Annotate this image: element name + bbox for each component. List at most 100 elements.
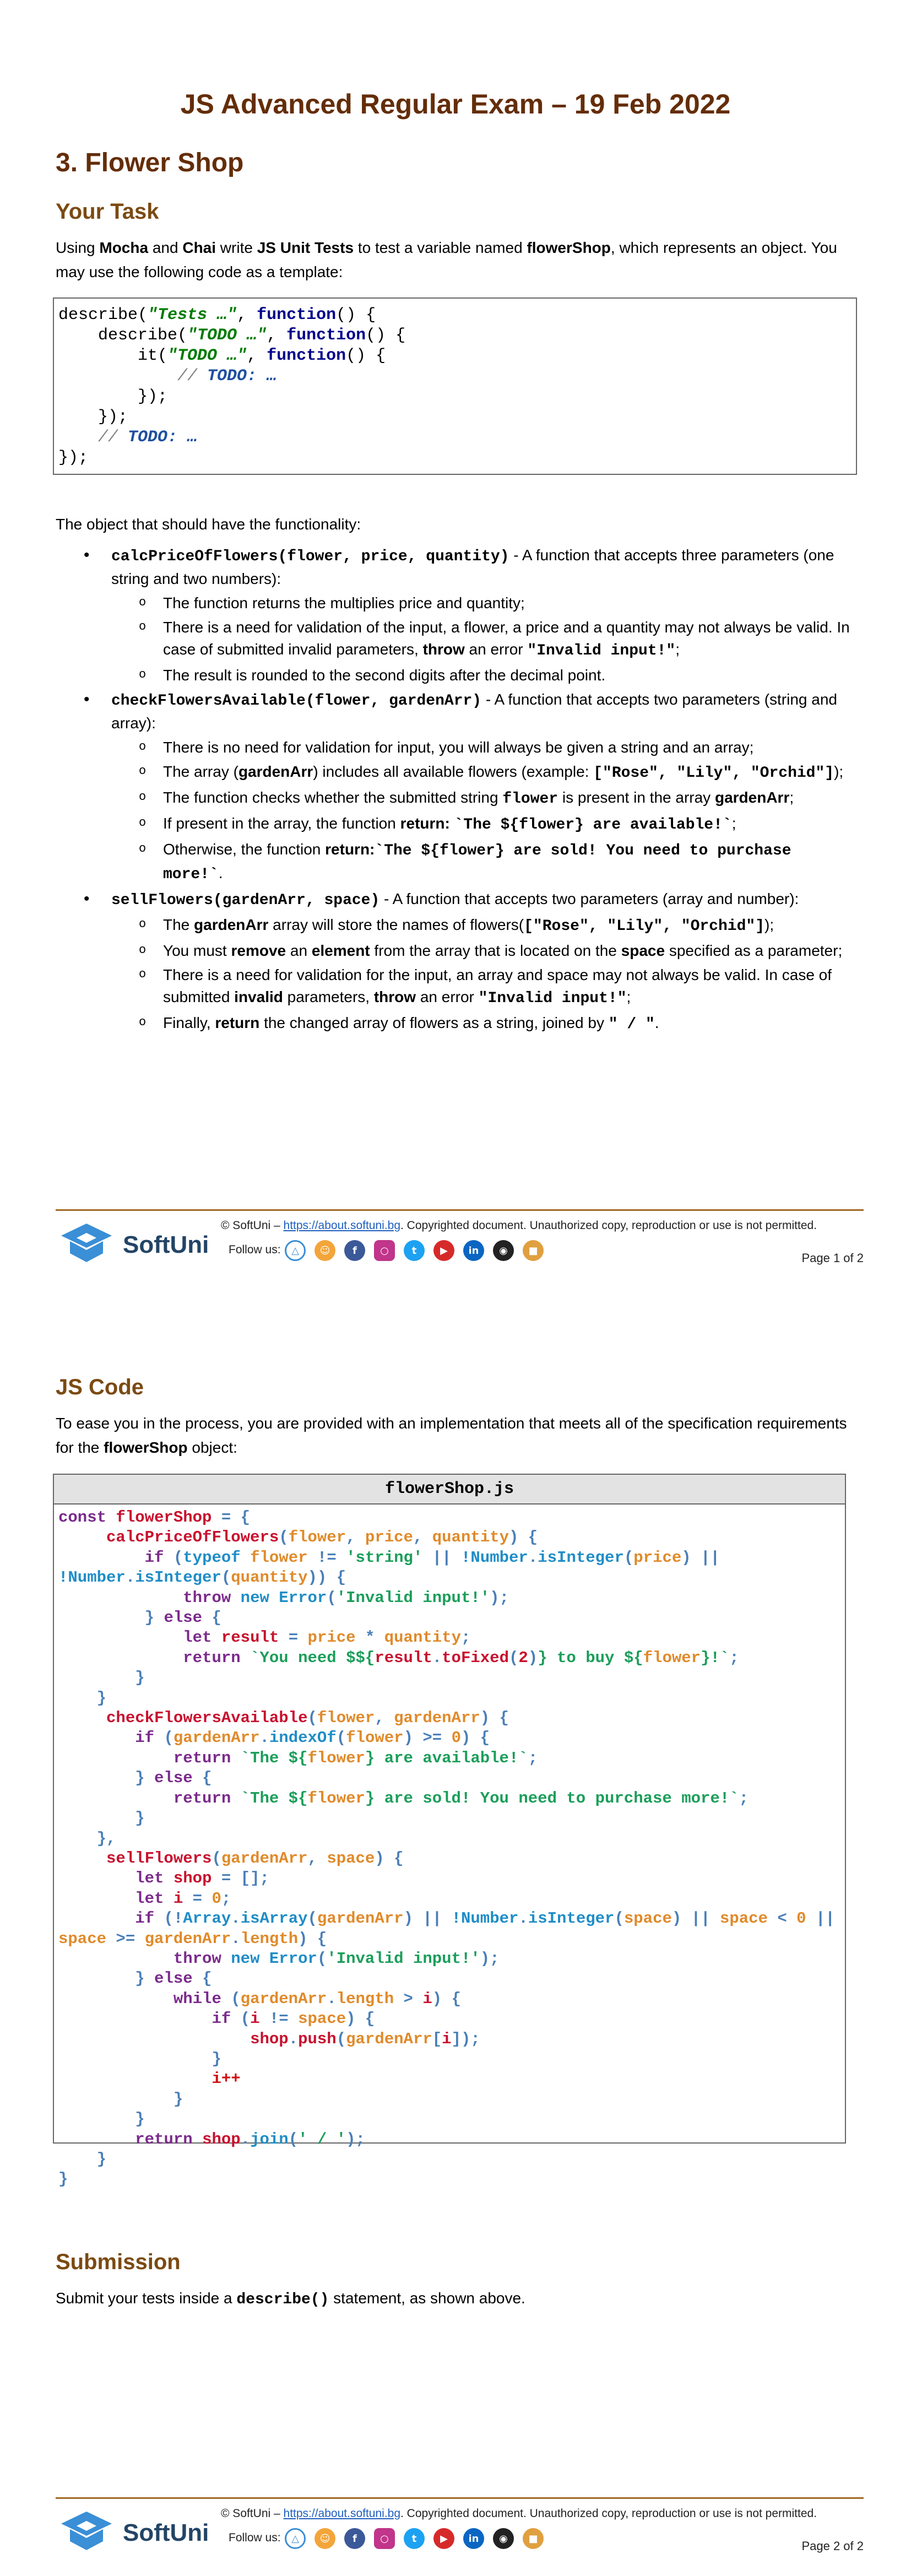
code-token: () {: [366, 326, 406, 345]
sub-text: Otherwise, the function: [163, 841, 326, 858]
sub-text: an error: [464, 641, 528, 658]
code-token: it(: [58, 347, 168, 365]
sub-text: ;: [789, 789, 794, 806]
sub-list-item: Finally, return the changed array of flo…: [111, 1011, 854, 1036]
sub-text: array will store the names of flowers(: [268, 916, 524, 933]
github-icon[interactable]: ◉: [493, 2528, 514, 2549]
sub-bold: return:: [325, 841, 375, 858]
submission-heading: Submission: [56, 2250, 181, 2274]
code-token: ,: [267, 326, 287, 345]
sub-code: ["Rose", "Lily", "Orchid"]: [593, 765, 834, 782]
instagram-icon[interactable]: ○: [374, 2528, 395, 2549]
template-code-block: describe("Tests …", function() { describ…: [53, 297, 857, 475]
code-token: ,: [237, 306, 257, 324]
softuni-logo-icon: [61, 1224, 112, 1262]
softuni-logo-icon: [61, 2512, 112, 2550]
sub-text: ) includes all available flowers (exampl…: [313, 763, 594, 780]
sub-text: [450, 815, 454, 832]
intro-mocha: Mocha: [99, 239, 149, 256]
sub-text: The result is rounded to the second digi…: [163, 667, 606, 684]
youtube-icon[interactable]: ▶: [433, 1240, 454, 1261]
submission-pre: Submit your tests inside a: [56, 2290, 237, 2307]
code-token: });: [58, 408, 128, 426]
sub-text: parameters,: [283, 988, 374, 1005]
linkedin-icon[interactable]: in: [463, 1240, 484, 1261]
sub-bold: gardenArr: [194, 916, 269, 933]
code-string: "TODO …": [167, 347, 247, 365]
softuni-box-icon[interactable]: ■: [523, 2528, 544, 2549]
intro-text: object:: [187, 1439, 237, 1456]
sub-text: specified as a parameter;: [665, 942, 843, 959]
facebook-icon[interactable]: f: [344, 1240, 365, 1261]
code-token: describe(: [58, 326, 188, 345]
page-number: Page 2 of 2: [801, 2539, 864, 2553]
sub-bold: element: [311, 942, 370, 959]
function-description: - A function that accepts two parameters…: [379, 890, 799, 907]
softuni-smile-icon[interactable]: ☺: [314, 1240, 335, 1261]
page-number: Page 1 of 2: [801, 1251, 864, 1265]
code-listing: flowerShop.js const flowerShop = { calcP…: [53, 1474, 846, 2188]
intro-paragraph: Using Mocha and Chai write JS Unit Tests…: [56, 236, 854, 284]
sub-text: The array (: [163, 763, 238, 780]
sub-code: "Invalid input!": [478, 990, 627, 1007]
sub-text: The: [163, 916, 194, 933]
section-title: 3. Flower Shop: [56, 148, 244, 177]
sub-text: an error: [416, 988, 479, 1005]
sub-list-item: Otherwise, the function return:`The ${fl…: [111, 838, 854, 886]
sub-code: `The ${flower} are available!`: [454, 816, 732, 834]
sub-text: the changed array of flowers as a string…: [259, 1014, 609, 1031]
logo-text: SoftUni: [123, 1231, 209, 1258]
sub-text: .: [654, 1014, 659, 1031]
code-keyword: function: [257, 306, 337, 324]
intro-text: write: [216, 239, 257, 256]
sub-code: ["Rose", "Lily", "Orchid"]: [524, 918, 764, 935]
sub-list-item: There is a need for validation of the in…: [111, 616, 854, 662]
twitter-icon[interactable]: t: [404, 1240, 425, 1261]
copyright-text: © SoftUni – https://about.softuni.bg. Co…: [221, 2507, 817, 2520]
github-icon[interactable]: ◉: [493, 1240, 514, 1261]
sub-text: The function checks whether the submitte…: [163, 789, 503, 806]
logo-text: SoftUni: [123, 2519, 209, 2546]
copyright-link[interactable]: https://about.softuni.bg: [284, 2507, 400, 2520]
twitter-icon[interactable]: t: [404, 2528, 425, 2549]
page-1: JS Advanced Regular Exam – 19 Feb 2022 3…: [0, 0, 911, 1288]
code-token: describe(: [58, 306, 148, 324]
code-string: "TODO …": [187, 326, 267, 345]
copyright-link[interactable]: https://about.softuni.bg: [284, 1219, 400, 1232]
code-keyword: function: [286, 326, 366, 345]
sub-code: "Invalid input!": [527, 642, 676, 659]
instagram-icon[interactable]: ○: [374, 1240, 395, 1261]
softuni-smile-icon[interactable]: ☺: [314, 2528, 335, 2549]
intro-jsunit: JS Unit Tests: [257, 239, 354, 256]
function-signature: calcPriceOfFlowers(flower, price, quanti…: [111, 548, 509, 565]
softuni-box-icon[interactable]: ■: [523, 1240, 544, 1261]
sub-text: Finally,: [163, 1014, 215, 1031]
page-footer: SoftUni © SoftUni – https://about.softun…: [56, 1209, 864, 1281]
functionality-list: calcPriceOfFlowers(flower, price, quanti…: [83, 544, 854, 1038]
youtube-icon[interactable]: ▶: [433, 2528, 454, 2549]
sub-text: from the array that is located on the: [370, 942, 621, 959]
js-code-intro: To ease you in the process, you are prov…: [56, 1411, 854, 1460]
sub-list-item: The result is rounded to the second digi…: [111, 664, 854, 686]
softuni-hat-icon[interactable]: △: [285, 2528, 306, 2549]
code-token: });: [58, 448, 89, 467]
sub-text: );: [764, 916, 774, 933]
linkedin-icon[interactable]: in: [463, 2528, 484, 2549]
softuni-logo[interactable]: SoftUni: [59, 1221, 209, 1271]
sub-bold: throw: [373, 988, 416, 1005]
facebook-icon[interactable]: f: [344, 2528, 365, 2549]
sub-list: There is no need for validation for inpu…: [111, 736, 854, 886]
intro-chai: Chai: [182, 239, 216, 256]
code-token: ,: [247, 347, 267, 365]
footer-divider: [56, 1209, 864, 1211]
sub-text: You must: [163, 942, 231, 959]
function-signature: sellFlowers(gardenArr, space): [111, 892, 380, 909]
sub-text: ;: [626, 988, 631, 1005]
softuni-logo[interactable]: SoftUni: [59, 2509, 209, 2559]
softuni-hat-icon[interactable]: △: [285, 1240, 306, 1261]
sub-bold: gardenArr: [238, 763, 313, 780]
sub-list-item: There is no need for validation for inpu…: [111, 736, 854, 759]
sub-code: flower: [502, 791, 558, 808]
sub-text: ;: [675, 641, 680, 658]
code-body: const flowerShop = { calcPriceOfFlowers(…: [58, 1508, 835, 2189]
